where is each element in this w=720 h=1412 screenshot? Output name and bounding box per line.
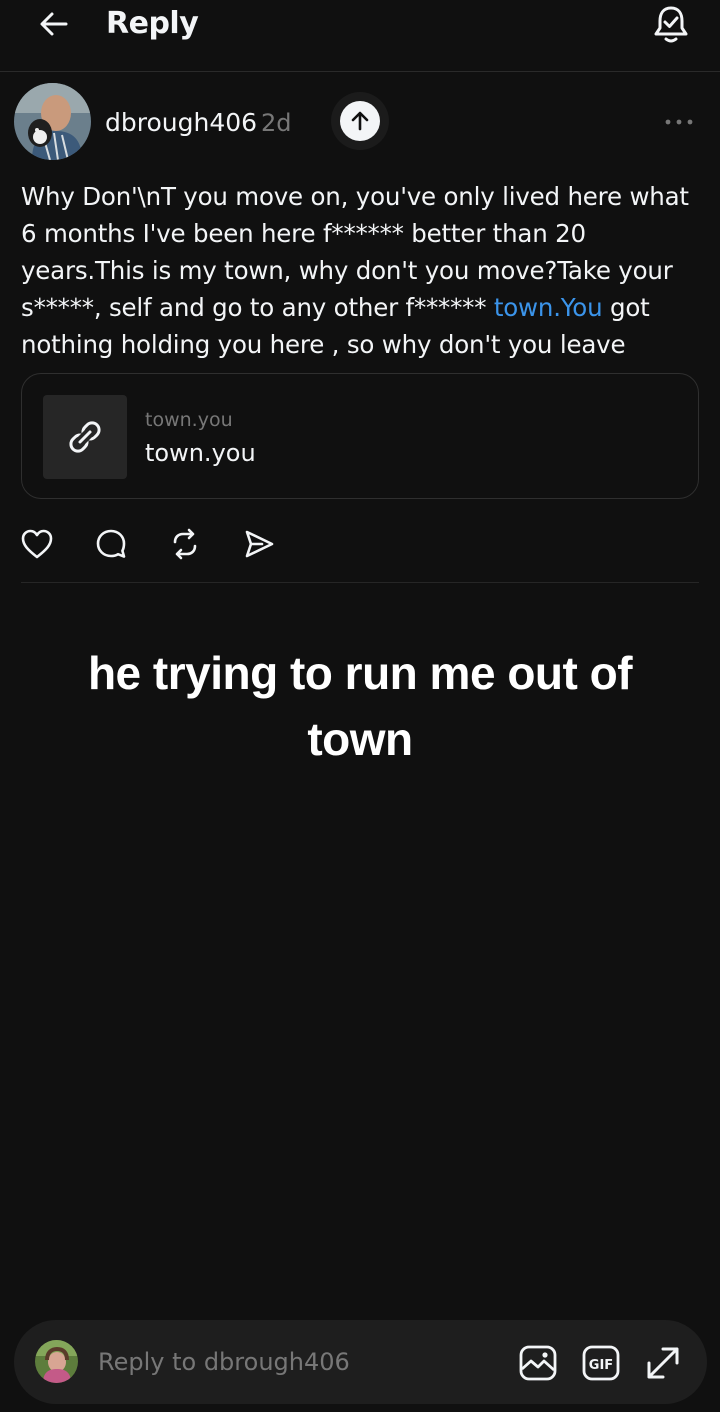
more-options-button[interactable] [656,108,702,136]
comment-button[interactable] [89,522,133,566]
image-icon [519,1345,557,1381]
video-caption: he trying to run me out of town [87,647,633,765]
link-preview-card[interactable]: town.you town.you [21,373,699,499]
heart-icon [21,529,53,559]
top-bar: Reply [0,0,720,72]
reply-composer[interactable]: Reply to dbrough406 GIF [14,1320,707,1404]
link-thumbnail [43,395,127,479]
attach-image-button[interactable] [517,1342,559,1384]
notification-button[interactable] [650,3,692,45]
repost-icon [173,528,197,560]
post-username[interactable]: dbrough406 [105,107,257,139]
user-avatar-photo [35,1340,78,1383]
reply-screen: Reply dbrough406 2d Why Don'\nT you move… [0,0,720,1412]
link-icon [69,421,101,453]
post-text: Why Don'\nT you move on, you've only liv… [21,178,701,363]
post-timestamp: 2d [261,109,292,137]
gif-button[interactable]: GIF [580,1342,622,1384]
back-button[interactable] [34,4,74,44]
link-title: town.you [145,439,256,467]
svg-text:GIF: GIF [589,1358,613,1373]
gif-icon: GIF [582,1345,620,1381]
more-dots-icon [665,119,693,125]
bell-check-icon [654,6,688,43]
user-avatar [35,1340,78,1383]
repost-button[interactable] [163,522,207,566]
share-button[interactable] [237,522,281,566]
scroll-up-circle [340,101,380,141]
link-domain: town.you [145,409,233,431]
scroll-up-button[interactable] [331,92,389,150]
avatar[interactable] [14,83,91,160]
post-actions [0,522,720,566]
expand-icon [647,1347,679,1379]
arrow-up-icon [351,111,369,131]
comment-icon [96,529,126,558]
like-button[interactable] [15,522,59,566]
arrow-left-icon [40,12,68,36]
reply-input[interactable]: Reply to dbrough406 [98,1346,350,1378]
page-title: Reply [106,6,199,41]
divider [21,582,699,583]
avatar-photo [14,83,91,160]
share-icon [245,530,274,558]
expand-button[interactable] [642,1342,684,1384]
post-inline-link[interactable]: town.You [494,293,603,322]
